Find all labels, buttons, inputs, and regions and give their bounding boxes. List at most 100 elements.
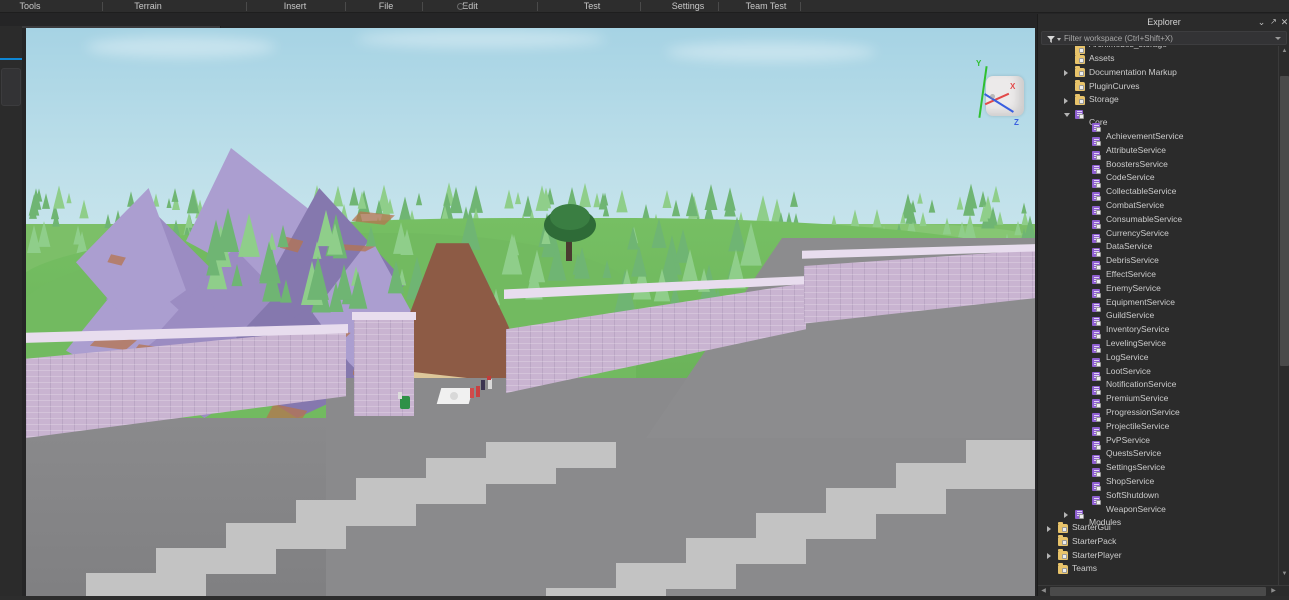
tree-row[interactable]: DebrisService xyxy=(1038,245,1276,265)
module-badge-icon xyxy=(1096,334,1101,340)
npc-character xyxy=(488,379,492,389)
axis-z-label: Z xyxy=(1014,118,1019,127)
tree-row[interactable]: PremiumService xyxy=(1038,383,1276,403)
pine-tree xyxy=(259,241,280,281)
tree-row[interactable]: LootService xyxy=(1038,356,1276,376)
npc-character xyxy=(481,380,485,390)
circle-collapse-icon[interactable] xyxy=(457,3,464,10)
menu-separator xyxy=(422,2,423,11)
twisty-collapsed-icon[interactable] xyxy=(1047,525,1051,532)
module-script-icon xyxy=(1092,344,1102,354)
tree-row[interactable]: PvPService xyxy=(1038,425,1276,445)
explorer-vscroll-thumb[interactable] xyxy=(1280,76,1289,366)
tree-row[interactable]: PluginCurves xyxy=(1038,80,1276,94)
explorer-filter-input[interactable]: Filter workspace (Ctrl+Shift+X) xyxy=(1064,32,1173,46)
explorer-vertical-scrollbar[interactable]: ▲ ▼ xyxy=(1278,46,1289,595)
tree-row[interactable]: EquipmentService xyxy=(1038,287,1276,307)
module-badge-icon xyxy=(1096,306,1101,312)
menu-item-settings[interactable]: Settings xyxy=(658,0,718,13)
tree-row[interactable]: Core xyxy=(1038,107,1276,127)
tree-row[interactable]: EnemyService xyxy=(1038,273,1276,293)
tree-row[interactable]: StarterGui xyxy=(1038,521,1276,535)
tree-row[interactable]: WeaponService xyxy=(1038,494,1276,514)
menu-item-insert[interactable]: Insert xyxy=(265,0,325,13)
menu-item-test[interactable]: Test xyxy=(562,0,622,13)
float-window-icon[interactable]: ↗ xyxy=(1268,16,1279,28)
explorer-filter-box[interactable]: Filter workspace (Ctrl+Shift+X) xyxy=(1041,31,1287,45)
tree-row[interactable]: GuildService xyxy=(1038,300,1276,320)
tree-row[interactable]: Documentation Markup xyxy=(1038,66,1276,80)
tree-row[interactable]: Teams xyxy=(1038,562,1276,576)
tree-row[interactable]: LogService xyxy=(1038,342,1276,362)
tree-row-label: Assets xyxy=(1089,53,1115,63)
axis-y-label: Y xyxy=(976,59,982,68)
tree-row[interactable]: StarterPlayer xyxy=(1038,549,1276,563)
pine-tree xyxy=(277,224,289,247)
module-script-icon xyxy=(1092,275,1102,285)
tree-row[interactable]: EffectService xyxy=(1038,259,1276,279)
tree-row[interactable]: Modules xyxy=(1038,507,1276,527)
funnel-dropdown-caret[interactable] xyxy=(1057,38,1061,41)
tree-row[interactable]: CollectableService xyxy=(1038,176,1276,196)
tree-row[interactable]: Assets xyxy=(1038,52,1276,66)
collapsed-toolbox-panel[interactable] xyxy=(1,68,21,106)
module-script-icon xyxy=(1092,427,1102,437)
tree-row[interactable]: ConsumableService xyxy=(1038,204,1276,224)
menu-item-file[interactable]: File xyxy=(363,0,409,13)
tree-row[interactable]: InventoryService xyxy=(1038,314,1276,334)
tree-row-label: StarterPlayer xyxy=(1072,549,1122,560)
module-badge-icon xyxy=(1096,210,1101,216)
tree-row[interactable]: StarterPack xyxy=(1038,535,1276,549)
twisty-collapsed-icon[interactable] xyxy=(1064,511,1068,518)
module-badge-icon xyxy=(1096,458,1101,464)
tree-row[interactable]: SettingsService xyxy=(1038,452,1276,472)
tree-row[interactable]: QuestsService xyxy=(1038,438,1276,458)
wall-corner-cap xyxy=(352,312,416,320)
tree-row[interactable]: LevelingService xyxy=(1038,328,1276,348)
tree-row[interactable]: AchievementService xyxy=(1038,121,1276,141)
tree-row[interactable]: ProgressionService xyxy=(1038,397,1276,417)
3d-viewport[interactable]: Y X Z xyxy=(26,28,1035,600)
menu-item-team-test[interactable]: Team Test xyxy=(730,0,802,13)
module-script-icon xyxy=(1092,440,1102,450)
tree-row[interactable]: CombatService xyxy=(1038,190,1276,210)
scroll-up-arrow[interactable]: ▲ xyxy=(1279,46,1289,57)
tree-row[interactable]: Storage xyxy=(1038,93,1276,107)
navigation-view-cube[interactable]: Y X Z xyxy=(964,56,1034,146)
folder-badge-icon xyxy=(1062,526,1067,532)
module-badge-icon xyxy=(1096,320,1101,326)
chevron-down-icon[interactable] xyxy=(1275,37,1281,40)
tree-row[interactable]: AttributeService xyxy=(1038,135,1276,155)
tree-row[interactable]: ProjectileService xyxy=(1038,411,1276,431)
twisty-expanded-icon[interactable] xyxy=(1064,112,1070,117)
tree-row[interactable]: BoostersService xyxy=(1038,149,1276,169)
pine-tree xyxy=(602,260,612,279)
menu-item-edit[interactable]: Edit xyxy=(440,0,500,13)
folder-icon xyxy=(1058,535,1068,547)
close-icon[interactable]: ✕ xyxy=(1279,16,1289,28)
explorer-horizontal-scrollbar[interactable]: ◀ ▶ xyxy=(1038,585,1289,596)
tree-row[interactable]: ShopService xyxy=(1038,466,1276,486)
folder-badge-icon xyxy=(1079,85,1084,91)
tree-row[interactable]: NotificationService xyxy=(1038,369,1276,389)
twisty-collapsed-icon[interactable] xyxy=(1064,97,1068,104)
twisty-collapsed-icon[interactable] xyxy=(1047,553,1051,560)
chevron-down-icon[interactable]: ⌄ xyxy=(1256,16,1267,28)
explorer-hscroll-thumb[interactable] xyxy=(1050,587,1266,596)
tree-row[interactable]: SoftShutdown xyxy=(1038,480,1276,500)
explorer-tree[interactable]: Archimedes_storageAssets Documentation Ma… xyxy=(1038,46,1276,595)
scroll-down-arrow[interactable]: ▼ xyxy=(1279,569,1289,580)
tree-row[interactable]: CurrencyService xyxy=(1038,218,1276,238)
tree-row[interactable]: DataService xyxy=(1038,231,1276,251)
menu-item-tools[interactable]: Tools xyxy=(0,0,60,13)
twisty-collapsed-icon[interactable] xyxy=(1064,70,1068,77)
tree-row-label: Documentation Markup xyxy=(1089,66,1177,77)
module-badge-icon xyxy=(1096,389,1101,395)
menu-item-terrain[interactable]: Terrain xyxy=(118,0,178,13)
module-script-icon xyxy=(1092,233,1102,243)
tree-row[interactable]: CodeService xyxy=(1038,162,1276,182)
menu-separator xyxy=(718,2,719,11)
menu-separator xyxy=(345,2,346,11)
module-script-icon xyxy=(1092,330,1102,340)
folder-badge-icon xyxy=(1079,57,1084,63)
